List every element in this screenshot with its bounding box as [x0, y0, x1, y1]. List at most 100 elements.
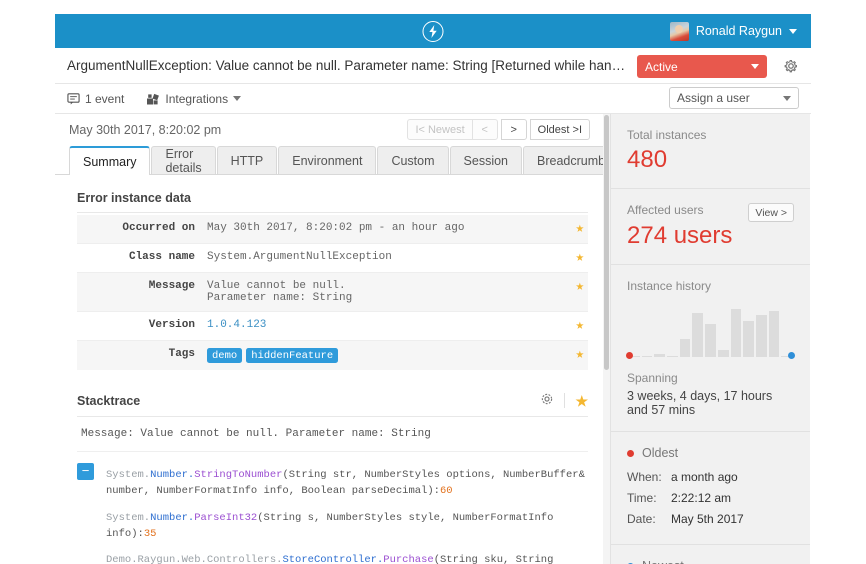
app-logo[interactable] — [422, 20, 444, 42]
instance-history-chart — [626, 301, 795, 359]
table-row: Class name System.ArgumentNullException … — [77, 244, 588, 273]
frame-class: Number. — [150, 511, 195, 524]
instance-date-label: May 30th 2017, 8:20:02 pm — [69, 123, 222, 137]
version-link[interactable]: 1.0.4.123 — [207, 319, 266, 331]
view-affected-users-button[interactable]: View > — [748, 203, 794, 222]
events-count-label: 1 event — [85, 91, 125, 106]
row-star-cell[interactable]: ★ — [566, 341, 588, 371]
tab-session[interactable]: Session — [449, 146, 523, 174]
total-instances-card: Total instances 480 — [611, 114, 810, 189]
row-key: Message — [148, 280, 195, 292]
stacktrace-header: Stacktrace ★ — [77, 392, 588, 417]
instance-pager: I< Newest < > Oldest >I — [407, 119, 590, 140]
tab-error-details[interactable]: Error details — [151, 146, 216, 175]
puzzle-icon — [147, 93, 160, 104]
error-subbar: 1 event Integrations Assign a user — [55, 84, 811, 114]
main-scrollbar[interactable] — [603, 114, 610, 564]
row-key: Occurred on — [122, 222, 195, 234]
pager-next-button[interactable]: > — [500, 119, 527, 140]
history-bar — [730, 309, 742, 357]
oldest-marker-dot — [626, 352, 633, 359]
user-menu[interactable]: Ronald Raygun — [666, 14, 801, 48]
tag-badge[interactable]: hiddenFeature — [246, 348, 339, 363]
stacktrace-message: Message: Value cannot be null. Parameter… — [77, 417, 588, 452]
gear-icon — [542, 393, 553, 405]
frame-namespace: Demo.Raygun.Web.Controllers. — [106, 554, 283, 564]
history-bar — [641, 356, 653, 357]
row-key: Tags — [168, 348, 195, 360]
star-icon[interactable]: ★ — [575, 394, 588, 408]
stacktrace-frame[interactable]: System.Number.ParseInt32(String s, Numbe… — [106, 505, 588, 548]
oldest-instance-card: Oldest When: a month ago Time: 2:22:12 am … — [611, 432, 810, 545]
pager-newest-button[interactable]: I< Newest — [407, 119, 473, 140]
oldest-title: Oldest — [642, 446, 679, 460]
star-icon: ★ — [575, 279, 584, 295]
row-value-cell: 1.0.4.123 — [201, 312, 566, 341]
row-value: System.ArgumentNullException — [207, 251, 392, 263]
assign-user-value: Assign a user — [677, 91, 750, 105]
tab-summary[interactable]: Summary — [69, 146, 151, 175]
panel-title: Error instance data — [77, 191, 191, 205]
field-value: a month ago — [671, 470, 738, 484]
instance-history-label: Instance history — [627, 279, 712, 293]
stacktrace-settings-button[interactable] — [540, 392, 554, 409]
spanning-label: Spanning — [627, 371, 678, 385]
row-value: May 30th 2017, 8:20:02 pm - an hour ago — [207, 222, 465, 234]
field-key: When: — [627, 470, 662, 484]
affected-users-header: Affected users View > — [627, 203, 794, 222]
stacktrace-panel: Stacktrace ★ Message: Value cannot be nu… — [77, 392, 588, 564]
row-star-cell[interactable]: ★ — [566, 215, 588, 244]
user-avatar — [669, 21, 689, 41]
frame-method: StringToNumber — [194, 469, 283, 481]
gear-icon — [784, 60, 797, 73]
history-bar — [667, 356, 678, 357]
integrations-menu[interactable]: Integrations — [146, 91, 242, 106]
assign-user-dropdown[interactable]: Assign a user — [669, 87, 799, 109]
total-instances-value: 480 — [627, 146, 668, 173]
newest-header: Newest — [627, 559, 794, 564]
body-split: May 30th 2017, 8:20:02 pm I< Newest < > … — [55, 114, 811, 564]
tab-http[interactable]: HTTP — [216, 146, 278, 174]
raygun-bolt-logo-icon — [422, 20, 444, 42]
stacktrace-frame[interactable]: System.Number.StringToNumber(String str,… — [106, 462, 588, 505]
chevron-down-icon — [751, 64, 759, 69]
row-value: Value cannot be null. Parameter name: St… — [207, 280, 353, 304]
settings-button[interactable] — [781, 56, 801, 76]
main-content-panel: May 30th 2017, 8:20:02 pm I< Newest < > … — [55, 114, 611, 564]
tab-breadcrumbs[interactable]: Breadcrumbs — [523, 146, 610, 174]
user-name-label: Ronald Raygun — [695, 24, 782, 38]
frame-method: ParseInt32 — [194, 511, 258, 524]
row-star-cell[interactable]: ★ — [566, 273, 588, 312]
history-bar — [654, 354, 666, 357]
frame-namespace: System. — [106, 511, 151, 524]
table-row: Message Value cannot be null. Parameter … — [77, 272, 588, 312]
events-count-button[interactable]: 1 event — [67, 92, 124, 106]
error-instance-data-header: Error instance data — [77, 191, 588, 213]
frame-line: 35 — [143, 527, 157, 540]
pager-oldest-button[interactable]: Oldest >I — [529, 119, 590, 140]
status-dropdown[interactable]: Active — [637, 55, 767, 78]
row-star-cell[interactable]: ★ — [566, 312, 588, 341]
frame-line: 60 — [439, 485, 453, 498]
history-bar — [743, 321, 754, 357]
row-key: Version — [148, 319, 195, 331]
page-title: ArgumentNullException: Value cannot be n… — [67, 58, 632, 73]
frame-class: StoreController. — [282, 554, 384, 564]
tab-custom[interactable]: Custom — [377, 146, 449, 174]
minus-icon[interactable]: − — [77, 463, 94, 480]
screenshot-root: Ronald Raygun ArgumentNullException: Val… — [0, 0, 866, 564]
panel-title: Stacktrace — [77, 393, 141, 408]
frame-namespace: System. — [106, 469, 151, 481]
row-star-cell[interactable]: ★ — [566, 244, 588, 273]
stacktrace-frame[interactable]: Demo.Raygun.Web.Controllers.StoreControl… — [106, 547, 588, 564]
newest-title: Newest — [642, 559, 684, 564]
affected-users-label: Affected users — [627, 203, 704, 217]
tag-badge[interactable]: demo — [207, 348, 243, 363]
history-bar — [768, 311, 780, 357]
tab-environment[interactable]: Environment — [278, 146, 377, 174]
error-title-bar: ArgumentNullException: Value cannot be n… — [55, 48, 811, 84]
pager-prev-button[interactable]: < — [471, 119, 498, 140]
scrollbar-thumb[interactable] — [604, 115, 609, 370]
integrations-label: Integrations — [165, 91, 229, 106]
stacktrace-frame-group: − System.Number.StringToNumber(String st… — [77, 462, 588, 564]
